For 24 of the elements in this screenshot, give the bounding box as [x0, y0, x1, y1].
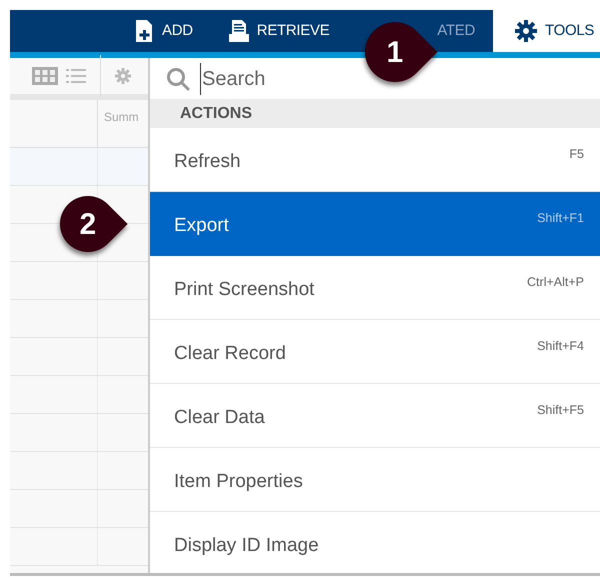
- column-header: Summ: [103, 109, 139, 126]
- grid-view-icon[interactable]: [32, 67, 58, 85]
- settings-icon: [515, 20, 537, 42]
- shortcut-label: Shift+F4: [537, 338, 584, 355]
- menu-item[interactable]: Clear Data Shift+F5: [150, 384, 600, 448]
- shortcut-label: F5: [569, 146, 584, 163]
- nav-tab[interactable]: RETRIEVE: [210, 10, 348, 52]
- list-view-icon[interactable]: [66, 69, 86, 83]
- document-tray-icon: [228, 20, 249, 42]
- settings-icon[interactable]: [115, 68, 131, 84]
- menu-item[interactable]: Export Shift+F1: [150, 192, 600, 256]
- nav-tab[interactable]: ATED: [437, 10, 475, 52]
- menu-item[interactable]: Item Properties: [150, 448, 600, 512]
- menu-item[interactable]: Clear Record Shift+F4: [150, 320, 600, 384]
- section-header: ACTIONS: [150, 99, 600, 128]
- shortcut-label: Shift+F5: [537, 402, 584, 419]
- add-document-icon: [136, 20, 154, 42]
- menu-item[interactable]: Print Screenshot Ctrl+Alt+P: [150, 256, 600, 320]
- shortcut-label: Shift+F1: [537, 210, 584, 227]
- nav-tab[interactable]: ADD: [118, 10, 211, 52]
- shortcut-label: Ctrl+Alt+P: [527, 274, 584, 291]
- nav-tab[interactable]: TOOLS: [493, 10, 600, 52]
- menu-item[interactable]: Display ID Image: [150, 512, 600, 573]
- search-icon: [166, 66, 190, 91]
